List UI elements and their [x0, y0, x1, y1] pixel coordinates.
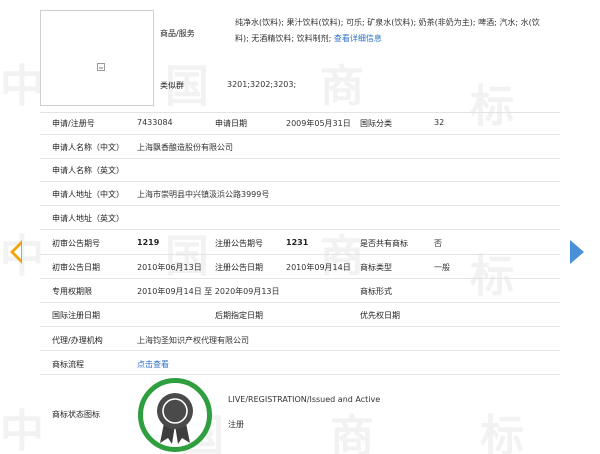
watermark-char: 中	[0, 61, 44, 112]
form-label: 商标形式	[360, 287, 392, 296]
status-en-text: LIVE/REGISTRATION/Issued and Active	[228, 395, 381, 404]
later-date-label: 后期指定日期	[215, 311, 263, 320]
row-divider	[40, 205, 560, 206]
row-divider	[40, 134, 560, 135]
applicant-en-label: 申请人名称（英文）	[52, 166, 124, 175]
apply-date-label: 申请日期	[215, 119, 247, 128]
address-cn-value: 上海市崇明县中兴镇汲浜公路3999号	[137, 190, 270, 199]
shared-label: 是否共有商标	[360, 239, 408, 248]
row-divider	[40, 278, 560, 279]
row-divider	[40, 302, 560, 303]
prelim-no-label: 初审公告期号	[52, 239, 100, 248]
apply-date-value: 2009年05月31日	[286, 119, 351, 128]
reg-pub-date-label: 注册公告日期	[215, 263, 263, 272]
agent-value: 上海钧圣知识产权代理有限公司	[137, 336, 249, 345]
status-icon-label: 商标状态图标	[52, 410, 100, 419]
similar-group-value: 3201;3202;3203;	[227, 80, 297, 89]
similar-group-label: 类似群	[160, 81, 184, 90]
reg-pub-no-label: 注册公告期号	[215, 239, 263, 248]
type-value: 一般	[434, 263, 450, 272]
intl-class-label: 国际分类	[360, 119, 392, 128]
reg-no-value: 7433084	[137, 118, 173, 127]
address-cn-label: 申请人地址（中文）	[52, 190, 124, 199]
exclusive-value: 2010年09月14日 至 2020年09月13日	[137, 287, 280, 296]
row-divider	[40, 374, 560, 375]
reg-pub-date-value: 2010年09月14日	[286, 263, 351, 272]
broken-image-icon	[97, 63, 105, 71]
exclusive-label: 专用权期限	[52, 287, 92, 296]
goods-text: 纯净水(饮料); 果汁饮料(饮料); 可乐; 矿泉水(饮料); 奶茶(非奶为主)…	[235, 18, 540, 43]
status-cn-text: 注册	[228, 420, 244, 429]
intl-class-value: 32	[434, 118, 445, 127]
trademark-image	[40, 10, 154, 106]
prelim-date-label: 初审公告日期	[52, 263, 100, 272]
address-en-label: 申请人地址（英文）	[52, 214, 124, 223]
row-divider	[40, 181, 560, 182]
prelim-date-value: 2010年06月13日	[137, 263, 202, 272]
prev-arrow-icon[interactable]	[10, 240, 22, 264]
reg-no-label: 申请/注册号	[52, 119, 95, 128]
next-arrow-icon[interactable]	[570, 240, 584, 264]
row-divider	[40, 326, 560, 327]
reg-pub-no-value: 1231	[286, 238, 309, 247]
row-divider	[40, 350, 560, 351]
award-ribbon-icon	[157, 393, 193, 444]
row-divider	[40, 229, 560, 230]
goods-detail-link[interactable]: 查看详细信息	[334, 34, 382, 43]
agent-label: 代理/办理机构	[52, 336, 103, 345]
process-label: 商标流程	[52, 360, 84, 369]
intl-reg-date-label: 国际注册日期	[52, 311, 100, 320]
goods-list: 纯净水(饮料); 果汁饮料(饮料); 可乐; 矿泉水(饮料); 奶茶(非奶为主)…	[235, 15, 550, 46]
trademark-detail-sheet: 商品/服务 纯净水(饮料); 果汁饮料(饮料); 可乐; 矿泉水(饮料); 奶茶…	[40, 0, 560, 454]
shared-value: 否	[434, 239, 442, 248]
goods-label: 商品/服务	[160, 29, 195, 38]
watermark-char: 中	[0, 231, 44, 282]
row-divider	[40, 254, 560, 255]
prelim-no-value: 1219	[137, 238, 160, 247]
type-label: 商标类型	[360, 263, 392, 272]
row-divider	[40, 112, 560, 113]
status-badge	[138, 378, 212, 452]
priority-date-label: 优先权日期	[360, 311, 400, 320]
applicant-cn-value: 上海飘香酿造股份有限公司	[137, 143, 233, 152]
watermark-char: 中	[0, 406, 44, 454]
process-link[interactable]: 点击查看	[137, 359, 169, 370]
row-divider	[40, 158, 560, 159]
applicant-cn-label: 申请人名称（中文）	[52, 143, 124, 152]
